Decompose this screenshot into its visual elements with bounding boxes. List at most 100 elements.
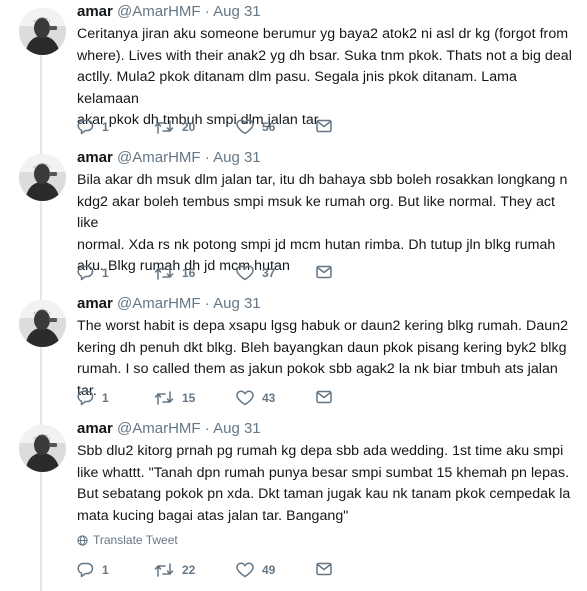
avatar[interactable] <box>19 300 66 347</box>
tweet[interactable]: amar @AmarHMF · Aug 31 The worst habit i… <box>0 292 587 418</box>
thread-connector <box>40 201 42 292</box>
direct-message-button[interactable] <box>316 562 332 576</box>
retweet-button[interactable]: 15 <box>154 390 195 406</box>
tweet[interactable]: amar @AmarHMF · Aug 31 Sbb dlu2 kitorg p… <box>0 417 587 591</box>
tweet-text-line: actlly. Mula2 pkok ditanam dlm pasu. Seg… <box>77 69 517 107</box>
tweet-actions: 1 20 56 <box>77 119 377 139</box>
tweet-actions: 1 15 43 <box>77 390 377 410</box>
reply-button[interactable]: 1 <box>77 562 109 578</box>
thread-connector <box>40 347 42 417</box>
thread-connector <box>40 417 42 425</box>
author-name[interactable]: amar <box>77 420 113 437</box>
avatar[interactable] <box>19 8 66 55</box>
reply-count: 1 <box>102 120 109 134</box>
retweet-icon <box>154 120 174 134</box>
tweet-actions: 1 22 49 <box>77 562 377 582</box>
like-count: 56 <box>262 120 276 134</box>
tweet-text-line: But sebatang pokok pn xda. Dkt taman jug… <box>77 486 571 502</box>
reply-button[interactable]: 1 <box>77 265 109 281</box>
reply-count: 1 <box>102 266 109 280</box>
tweet-actions: 1 16 37 <box>77 265 377 285</box>
reply-button[interactable]: 1 <box>77 390 109 406</box>
retweet-count: 20 <box>182 120 196 134</box>
direct-message-button[interactable] <box>316 265 332 279</box>
tweet-text-line: where). Lives with their anak2 yg dh bsa… <box>77 47 572 64</box>
tweet-text: Bila akar dh msuk dlm jalan tar, itu dh … <box>77 170 579 278</box>
tweet-text-line: mata kucing bagai atas jalan tar. Bangan… <box>77 507 349 524</box>
like-button[interactable]: 43 <box>236 390 275 406</box>
retweet-count: 22 <box>182 563 196 577</box>
like-button[interactable]: 37 <box>236 265 275 281</box>
reply-icon <box>77 390 94 406</box>
retweet-icon <box>154 563 174 577</box>
translate-tweet-link[interactable]: Translate Tweet <box>77 533 178 547</box>
reply-icon <box>77 265 94 281</box>
separator-dot: · <box>204 420 210 437</box>
direct-message-button[interactable] <box>316 390 332 404</box>
avatar-photo <box>19 154 66 201</box>
thread-connector <box>40 146 42 154</box>
author-handle[interactable]: @AmarHMF <box>117 295 201 312</box>
tweet-text: Ceritanya jiran aku someone berumur yg b… <box>77 24 579 132</box>
like-icon <box>236 562 254 578</box>
like-count: 37 <box>262 266 276 280</box>
tweet[interactable]: amar @AmarHMF · Aug 31 Ceritanya jiran a… <box>0 0 587 147</box>
reply-icon <box>77 562 94 578</box>
avatar-photo <box>19 8 66 55</box>
reply-count: 1 <box>102 563 109 577</box>
tweet-text-line: kering dh penuh dkt blkg. Bleh bayangkan… <box>77 339 567 356</box>
thread-connector <box>40 55 42 146</box>
tweet-header: amar @AmarHMF · Aug 31 <box>77 149 261 167</box>
author-handle[interactable]: @AmarHMF <box>117 3 201 20</box>
retweet-button[interactable]: 16 <box>154 265 195 281</box>
thread-connector <box>40 292 42 300</box>
avatar-photo <box>19 425 66 472</box>
tweet[interactable]: amar @AmarHMF · Aug 31 Bila akar dh msuk… <box>0 146 587 293</box>
tweet-date[interactable]: Aug 31 <box>213 295 261 312</box>
tweet-text-line: The worst habit is depa xsapu lgsg habuk… <box>77 318 569 334</box>
tweet-header: amar @AmarHMF · Aug 31 <box>77 3 261 21</box>
author-handle[interactable]: @AmarHMF <box>117 149 201 166</box>
separator-dot: · <box>204 149 210 166</box>
like-icon <box>236 390 254 406</box>
tweet-date[interactable]: Aug 31 <box>213 420 261 437</box>
author-name[interactable]: amar <box>77 149 113 166</box>
author-name[interactable]: amar <box>77 295 113 312</box>
tweet-header: amar @AmarHMF · Aug 31 <box>77 420 261 438</box>
avatar[interactable] <box>19 154 66 201</box>
direct-message-button[interactable] <box>316 119 332 133</box>
retweet-icon <box>154 266 174 280</box>
reply-icon <box>77 119 94 135</box>
avatar[interactable] <box>19 425 66 472</box>
retweet-button[interactable]: 20 <box>154 119 195 135</box>
author-handle[interactable]: @AmarHMF <box>117 420 201 437</box>
reply-count: 1 <box>102 391 109 405</box>
tweet-date[interactable]: Aug 31 <box>213 3 261 20</box>
tweet-text-line: like whattt. "Tanah dpn rumah punya besa… <box>77 464 570 481</box>
tweet-text-line: Ceritanya jiran aku someone berumur yg b… <box>77 26 569 42</box>
tweet-text-line: Sbb dlu2 kitorg prnah pg rumah kg depa s… <box>77 443 564 459</box>
like-button[interactable]: 56 <box>236 119 275 135</box>
tweet-text-line: normal. Xda rs nk potong smpi jd mcm hut… <box>77 236 556 253</box>
globe-icon <box>77 534 88 546</box>
tweet-header: amar @AmarHMF · Aug 31 <box>77 295 261 313</box>
retweet-count: 15 <box>182 391 196 405</box>
retweet-button[interactable]: 22 <box>154 562 195 578</box>
direct-message-icon <box>316 390 332 404</box>
like-button[interactable]: 49 <box>236 562 275 578</box>
separator-dot: · <box>204 3 210 20</box>
translate-tweet-label: Translate Tweet <box>93 533 178 547</box>
tweet-text: Sbb dlu2 kitorg prnah pg rumah kg depa s… <box>77 441 579 527</box>
tweet-date[interactable]: Aug 31 <box>213 149 261 166</box>
like-icon <box>236 265 254 281</box>
retweet-icon <box>154 391 174 405</box>
retweet-count: 16 <box>182 266 196 280</box>
like-count: 49 <box>262 563 276 577</box>
like-count: 43 <box>262 391 276 405</box>
thread-connector <box>40 472 42 591</box>
reply-button[interactable]: 1 <box>77 119 109 135</box>
tweet-text-line: kdg2 akar boleh tembus smpi msuk ke ruma… <box>77 193 556 232</box>
separator-dot: · <box>204 295 210 312</box>
direct-message-icon <box>316 119 332 133</box>
author-name[interactable]: amar <box>77 3 113 20</box>
